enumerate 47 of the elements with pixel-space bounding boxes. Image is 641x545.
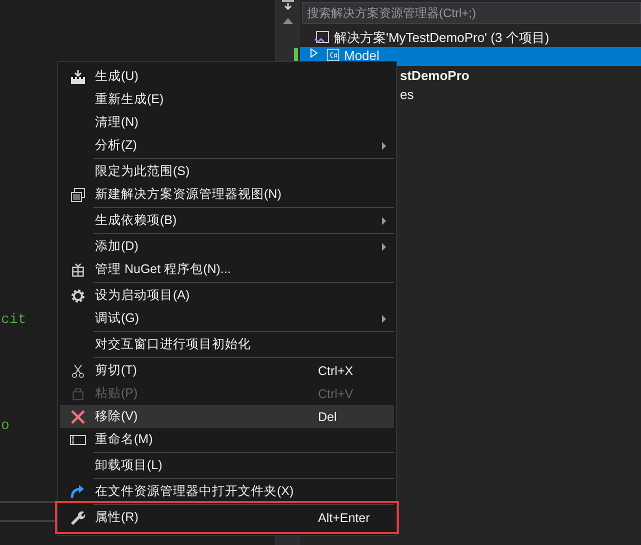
wrench-icon — [70, 510, 86, 526]
menu-item[interactable]: 生成(U) — [60, 65, 394, 88]
clipboard-icon — [70, 386, 84, 402]
menu-item[interactable]: 属性(R) Alt+Enter — [60, 506, 394, 529]
gear-icon — [70, 288, 86, 304]
scroll-up-icon[interactable] — [283, 18, 293, 24]
tree-item-label: 解决方案'MyTestDemoPro' (3 个项目) — [334, 28, 550, 46]
change-marker — [294, 48, 298, 62]
menu-item[interactable]: 在文件资源管理器中打开文件夹(X) — [60, 480, 394, 503]
menu-item[interactable]: 分析(Z) — [60, 134, 394, 157]
submenu-arrow-icon — [382, 142, 386, 150]
menu-item[interactable]: 剪切(T) Ctrl+X — [60, 359, 394, 382]
redo-arrow-icon — [70, 484, 86, 500]
code-text: cit — [1, 312, 26, 328]
solution-icon — [314, 30, 330, 46]
build-icon — [70, 68, 86, 84]
windows-icon — [70, 186, 86, 202]
menu-item[interactable]: 重新生成(E) — [60, 88, 394, 111]
menu-item[interactable]: 卸载项目(L) — [60, 454, 394, 477]
delete-icon — [70, 408, 86, 424]
tree-item-label: stDemoPro — [400, 68, 470, 83]
tree-item[interactable]: Model — [300, 47, 641, 66]
menu-item[interactable]: 限定为此范围(S) — [60, 160, 394, 183]
menu-item[interactable]: 添加(D) — [60, 235, 394, 258]
tree-item[interactable]: 解决方案'MyTestDemoPro' (3 个项目) — [300, 28, 641, 47]
menu-item[interactable]: 移除(V) Del — [60, 405, 394, 428]
scissors-icon — [70, 362, 84, 378]
menu-item[interactable]: 对交互窗口进行项目初始化 — [60, 333, 394, 356]
menu-item[interactable]: 生成依赖项(B) — [60, 209, 394, 232]
menu-item[interactable]: 清理(N) — [60, 111, 394, 134]
tree-item-label: es — [400, 87, 414, 102]
menu-item[interactable]: 调试(G) — [60, 307, 394, 330]
menu-item[interactable]: 设为启动项目(A) — [60, 284, 394, 307]
submenu-arrow-icon — [382, 242, 386, 250]
tree-item-label: Model — [344, 48, 380, 63]
rename-icon — [70, 434, 86, 446]
menu-item[interactable]: 重命名(M) — [60, 428, 394, 451]
split-icon[interactable] — [281, 0, 295, 10]
code-text: o — [1, 418, 10, 434]
package-icon — [70, 262, 84, 278]
submenu-arrow-icon — [382, 314, 386, 322]
csharp-file-icon — [326, 48, 340, 62]
search-field[interactable]: 搜索解决方案资源管理器(Ctrl+;) — [302, 2, 641, 24]
expand-icon[interactable] — [310, 48, 318, 58]
submenu-arrow-icon — [382, 216, 386, 224]
menu-item[interactable]: 新建解决方案资源管理器视图(N) — [60, 183, 394, 206]
menu-item[interactable]: 管理 NuGet 程序包(N)... — [60, 258, 394, 281]
